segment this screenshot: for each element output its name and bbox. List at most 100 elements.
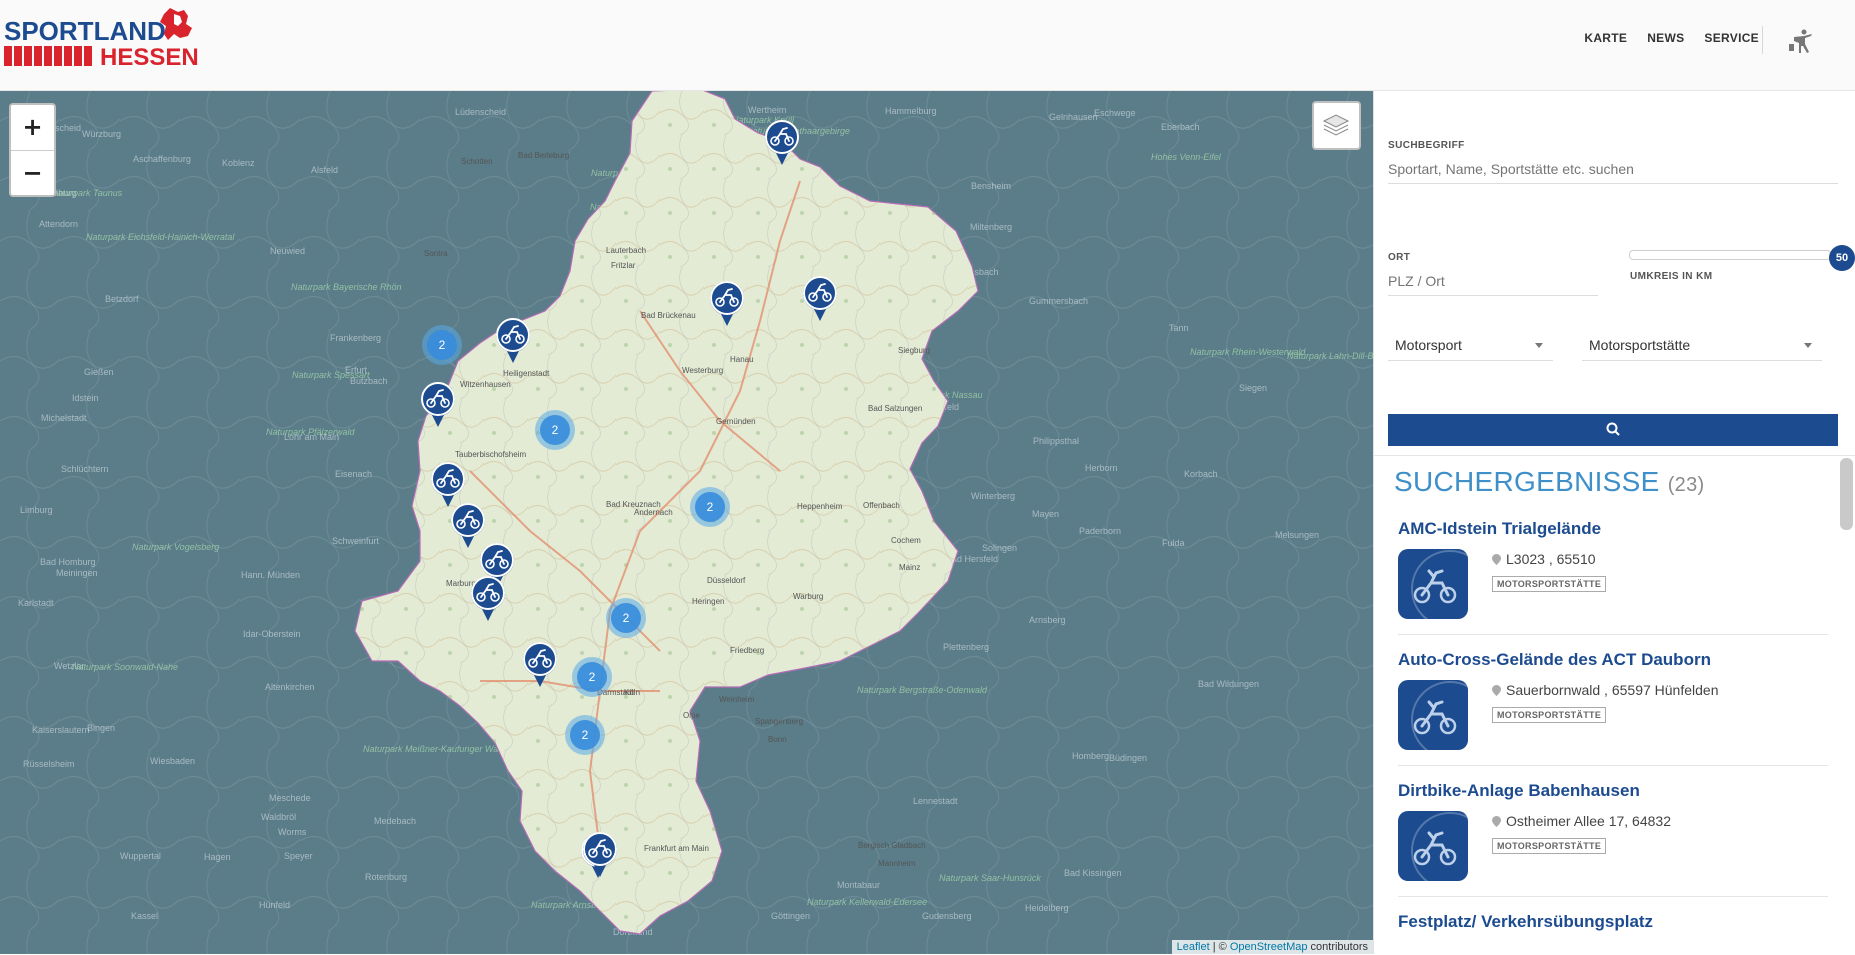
marker-cluster[interactable]: 2 <box>535 410 575 450</box>
motorsport-marker[interactable] <box>763 119 801 165</box>
layers-button[interactable] <box>1312 101 1361 150</box>
place-label: Friedberg <box>730 646 764 655</box>
result-category-badge: MOTORSPORTSTÄTTE <box>1492 838 1607 854</box>
result-address: L3023 , 65510 <box>1492 551 1596 567</box>
sportland-hessen-logo[interactable]: SPORTLAND HESSEN <box>4 4 204 76</box>
zoom-out-button[interactable]: − <box>11 151 54 196</box>
result-name[interactable]: Dirtbike-Anlage Babenhausen <box>1398 781 1640 801</box>
motorbike-icon <box>431 462 465 507</box>
place-label: Göttingen <box>771 911 810 921</box>
place-label: Heppenheim <box>797 502 843 511</box>
layers-icon <box>1322 114 1350 136</box>
place-label: Frankfurt am Main <box>644 844 709 853</box>
result-category-badge: MOTORSPORTSTÄTTE <box>1492 576 1607 592</box>
motorsport-marker[interactable] <box>469 575 507 621</box>
suchbegriff-input[interactable] <box>1388 155 1838 184</box>
marker-cluster[interactable]: 2 <box>690 487 730 527</box>
sport-select[interactable]: Motorsport <box>1388 333 1553 361</box>
motorbike-icon <box>496 318 530 363</box>
map-pin-icon <box>1492 685 1501 696</box>
marker-cluster[interactable]: 2 <box>565 715 605 755</box>
attribution-separator: | © <box>1209 941 1230 953</box>
facility-type-select[interactable]: Motorsportstätte <box>1582 333 1822 361</box>
place-label: Bad Kissingen <box>1064 868 1122 878</box>
motorsport-marker[interactable] <box>419 381 457 427</box>
place-label: Aschaffenburg <box>133 154 191 164</box>
motorsport-marker[interactable] <box>801 275 839 321</box>
motorbike-icon <box>765 120 799 165</box>
place-label: Herborn <box>1085 463 1118 473</box>
accessibility-icon[interactable] <box>1788 28 1814 54</box>
place-label: Rotenburg <box>365 872 407 882</box>
place-label: Philippsthal <box>1033 436 1079 446</box>
map-tiles[interactable]: KasselGießenFuldaWiesbadenLimburgWetzlar… <box>0 91 1373 954</box>
result-name[interactable]: Auto-Cross-Gelände des ACT Dauborn <box>1398 650 1711 670</box>
nav-karte[interactable]: KARTE <box>1584 31 1627 45</box>
results-scrollbar[interactable] <box>1840 458 1853 530</box>
place-label: Speyer <box>284 851 313 861</box>
place-label: Plettenberg <box>943 642 989 652</box>
place-label: Kaiserslautern <box>32 725 90 735</box>
place-label: Meschede <box>269 793 311 803</box>
leaflet-link[interactable]: Leaflet <box>1177 941 1210 953</box>
motorbike-icon <box>710 281 744 326</box>
search-icon <box>1606 422 1620 436</box>
place-label: Melsungen <box>1275 530 1319 540</box>
place-label: Offenbach <box>863 501 900 510</box>
results-heading: SUCHERGEBNISSE <box>1394 466 1660 497</box>
marker-cluster[interactable]: 2 <box>606 598 646 638</box>
cluster-count: 2 <box>695 492 725 522</box>
nav-service[interactable]: SERVICE <box>1704 31 1759 45</box>
place-label: Köln <box>624 688 640 697</box>
place-label: Düsseldorf <box>707 576 746 585</box>
place-label: Spangenberg <box>755 717 803 726</box>
motorsport-marker[interactable] <box>581 831 619 877</box>
sport-select-value: Motorsport <box>1395 337 1462 353</box>
marker-cluster[interactable]: 2 <box>422 325 462 365</box>
place-label: Michelstadt <box>41 413 87 423</box>
place-label: Miltenberg <box>970 222 1012 232</box>
map-container[interactable]: Kassel Gießen Fulda Wiesbaden Limburg Wetzlar… <box>0 91 1373 954</box>
place-label: Bergisch Gladbach <box>858 841 926 850</box>
place-label: Altenkirchen <box>265 682 315 692</box>
main-nav: KARTE NEWS SERVICE <box>1584 31 1759 45</box>
zoom-in-button[interactable]: + <box>11 105 54 151</box>
osm-link[interactable]: OpenStreetMap <box>1230 941 1308 953</box>
map-attribution: Leaflet | © OpenStreetMap contributors <box>1171 940 1373 954</box>
place-label: Bad Wildungen <box>1198 679 1259 689</box>
result-name[interactable]: AMC-Idstein Trialgelände <box>1398 519 1601 539</box>
place-label: Bad Salzungen <box>868 404 922 413</box>
motorsport-marker[interactable] <box>494 317 532 363</box>
umkreis-slider-track[interactable] <box>1629 250 1831 260</box>
region-label: Naturpark Taunus <box>51 188 123 198</box>
motorsport-marker[interactable] <box>521 641 559 687</box>
place-label: Andernach <box>634 508 673 517</box>
place-label: Arnsberg <box>1029 615 1066 625</box>
place-label: Fulda <box>1162 538 1185 548</box>
search-button[interactable] <box>1388 414 1838 446</box>
nav-news[interactable]: NEWS <box>1647 31 1684 45</box>
map-pin-icon <box>1492 816 1501 827</box>
map-pin-icon <box>1492 554 1501 565</box>
ort-input[interactable] <box>1388 267 1598 296</box>
logo-text-sportland: SPORTLAND <box>4 16 166 46</box>
place-label: Sontra <box>424 249 448 258</box>
umkreis-slider-handle[interactable]: 50 <box>1829 245 1855 271</box>
region-label: Naturpark Kellerwald-Edersee <box>807 897 927 907</box>
place-label: Eisenach <box>335 469 372 479</box>
place-label: Gemünden <box>716 417 756 426</box>
marker-cluster[interactable]: 2 <box>572 657 612 697</box>
place-label: Neuwied <box>270 246 305 256</box>
place-label: Montabaur <box>837 880 880 890</box>
place-label: Rüsselsheim <box>23 759 75 769</box>
motorsport-marker[interactable] <box>429 461 467 507</box>
place-label: Gelnhausen <box>1049 112 1098 122</box>
motorsport-marker[interactable] <box>708 280 746 326</box>
place-label: Siegen <box>1239 383 1267 393</box>
motorbike-icon <box>1398 680 1489 759</box>
place-label: Eberbach <box>1161 122 1200 132</box>
region-label: Naturpark Lahn-Dill-Bergland <box>1287 351 1373 361</box>
result-name[interactable]: Festplatz/ Verkehrsübungsplatz <box>1398 912 1653 932</box>
result-category-badge: MOTORSPORTSTÄTTE <box>1492 707 1607 723</box>
logo-text-hessen: HESSEN <box>100 44 199 71</box>
